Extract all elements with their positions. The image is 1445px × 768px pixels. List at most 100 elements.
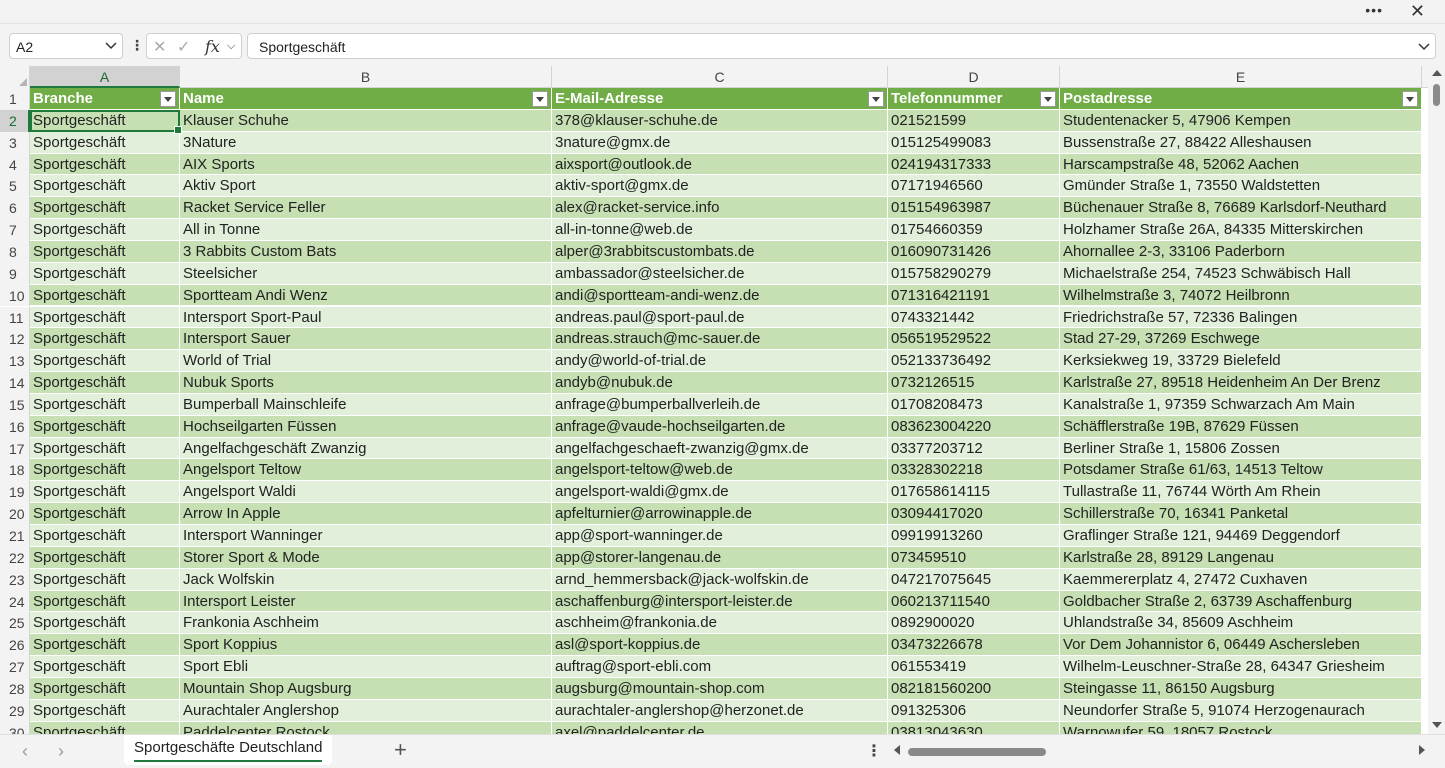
table-cell[interactable]: Steingasse 11, 86150 Augsburg: [1060, 677, 1422, 700]
table-cell[interactable]: 060213711540: [888, 590, 1060, 613]
previous-sheet-icon[interactable]: ‹: [22, 741, 28, 762]
table-cell[interactable]: Racket Service Feller: [180, 197, 552, 220]
table-cell[interactable]: Sportgeschäft: [30, 284, 180, 307]
table-cell[interactable]: alex@racket-service.info: [552, 197, 888, 220]
table-cell[interactable]: andy@world-of-trial.de: [552, 350, 888, 373]
row-header[interactable]: 6: [0, 197, 30, 220]
expand-formula-icon[interactable]: [1417, 38, 1431, 54]
table-cell[interactable]: Sportgeschäft: [30, 197, 180, 220]
table-cell[interactable]: Wilhelmstraße 3, 74072 Heilbronn: [1060, 284, 1422, 307]
filter-dropdown-icon[interactable]: [1402, 91, 1418, 107]
table-cell[interactable]: 03094417020: [888, 503, 1060, 525]
table-cell[interactable]: All in Tonne: [180, 219, 552, 241]
table-cell[interactable]: Harscampstraße 48, 52062 Aachen: [1060, 153, 1422, 176]
table-cell[interactable]: Friedrichstraße 57, 72336 Balingen: [1060, 306, 1422, 329]
column-header-e[interactable]: E: [1060, 66, 1422, 88]
name-box[interactable]: A2: [9, 33, 123, 59]
table-cell[interactable]: Sportgeschäft: [30, 590, 180, 613]
row-header[interactable]: 18: [0, 459, 30, 482]
table-cell[interactable]: Sportgeschäft: [30, 240, 180, 263]
table-cell[interactable]: 3Nature: [180, 131, 552, 154]
table-cell[interactable]: Intersport Sauer: [180, 328, 552, 351]
row-header[interactable]: 2: [0, 109, 30, 132]
table-cell[interactable]: Sportgeschäft: [30, 481, 180, 504]
filter-dropdown-icon[interactable]: [868, 91, 884, 107]
table-cell[interactable]: Potsdamer Straße 61/63, 14513 Teltow: [1060, 459, 1422, 482]
scroll-left-icon[interactable]: [894, 745, 900, 755]
table-cell[interactable]: andreas.paul@sport-paul.de: [552, 306, 888, 329]
table-cell[interactable]: Steelsicher: [180, 262, 552, 285]
table-cell[interactable]: aschaffenburg@intersport-leister.de: [552, 590, 888, 613]
table-cell[interactable]: 378@klauser-schuhe.de: [552, 109, 888, 132]
column-header-a[interactable]: A: [30, 66, 180, 88]
table-cell[interactable]: aschheim@frankonia.de: [552, 612, 888, 635]
table-cell[interactable]: Goldbacher Straße 2, 63739 Aschaffenburg: [1060, 590, 1422, 613]
table-cell[interactable]: Nubuk Sports: [180, 372, 552, 394]
table-cell[interactable]: auftrag@sport-ebli.com: [552, 656, 888, 678]
row-header[interactable]: 1: [0, 88, 30, 110]
table-cell[interactable]: 047217075645: [888, 568, 1060, 591]
row-header[interactable]: 30: [0, 721, 30, 734]
chevron-down-icon[interactable]: [104, 37, 118, 53]
insert-function-icon[interactable]: fx: [205, 37, 220, 56]
row-header[interactable]: 28: [0, 677, 30, 700]
table-cell[interactable]: Sportgeschäft: [30, 306, 180, 329]
table-cell[interactable]: Angelfachgeschäft Zwanzig: [180, 437, 552, 460]
table-cell[interactable]: Angelsport Waldi: [180, 481, 552, 504]
table-cell[interactable]: 015125499083: [888, 131, 1060, 154]
table-cell[interactable]: Mountain Shop Augsburg: [180, 677, 552, 700]
table-cell[interactable]: Graflinger Straße 121, 94469 Deggendorf: [1060, 525, 1422, 547]
table-cell[interactable]: 03328302218: [888, 459, 1060, 482]
table-cell[interactable]: Kerksiekweg 19, 33729 Bielefeld: [1060, 350, 1422, 373]
table-cell[interactable]: Sport Koppius: [180, 634, 552, 657]
table-cell[interactable]: 3nature@gmx.de: [552, 131, 888, 154]
table-cell[interactable]: Paddelcenter Rostock: [180, 721, 552, 734]
table-cell[interactable]: Büchenauer Straße 8, 76689 Karlsdorf-Neu…: [1060, 197, 1422, 220]
row-header[interactable]: 10: [0, 284, 30, 307]
filter-dropdown-icon[interactable]: [160, 91, 176, 107]
table-cell[interactable]: Karlstraße 28, 89129 Langenau: [1060, 546, 1422, 569]
row-header[interactable]: 7: [0, 219, 30, 241]
table-cell[interactable]: Sportgeschäft: [30, 699, 180, 722]
table-cell[interactable]: 021521599: [888, 109, 1060, 132]
row-header[interactable]: 26: [0, 634, 30, 657]
table-cell[interactable]: Storer Sport & Mode: [180, 546, 552, 569]
header-cell[interactable]: E-Mail-Adresse: [552, 88, 888, 110]
table-cell[interactable]: Aurachtaler Anglershop: [180, 699, 552, 722]
table-cell[interactable]: Angelsport Teltow: [180, 459, 552, 482]
row-header[interactable]: 29: [0, 699, 30, 722]
table-cell[interactable]: Sportgeschäft: [30, 612, 180, 635]
table-cell[interactable]: Berliner Straße 1, 15806 Zossen: [1060, 437, 1422, 460]
tabs-more-icon[interactable]: ⋮: [866, 741, 882, 761]
table-cell[interactable]: Sportgeschäft: [30, 525, 180, 547]
table-cell[interactable]: Kanalstraße 1, 97359 Schwarzach Am Main: [1060, 393, 1422, 416]
table-cell[interactable]: 083623004220: [888, 415, 1060, 438]
row-header[interactable]: 22: [0, 546, 30, 569]
table-cell[interactable]: 03813043630: [888, 721, 1060, 734]
header-cell[interactable]: Telefonnummer: [888, 88, 1060, 110]
table-cell[interactable]: apfelturnier@arrowinapple.de: [552, 503, 888, 525]
table-cell[interactable]: Aktiv Sport: [180, 175, 552, 198]
table-cell[interactable]: Intersport Sport-Paul: [180, 306, 552, 329]
table-cell[interactable]: 0743321442: [888, 306, 1060, 329]
row-header[interactable]: 25: [0, 612, 30, 635]
table-cell[interactable]: Sportgeschäft: [30, 677, 180, 700]
table-cell[interactable]: Holzhamer Straße 26A, 84335 Mitterskirch…: [1060, 219, 1422, 241]
column-header-b[interactable]: B: [180, 66, 552, 88]
horizontal-scrollbar[interactable]: [892, 741, 1427, 761]
table-cell[interactable]: AIX Sports: [180, 153, 552, 176]
row-header[interactable]: 4: [0, 153, 30, 176]
table-cell[interactable]: andi@sportteam-andi-wenz.de: [552, 284, 888, 307]
sheet-tab-active[interactable]: Sportgeschäfte Deutschland: [124, 735, 333, 765]
next-sheet-icon[interactable]: ›: [58, 741, 64, 762]
table-cell[interactable]: Sportgeschäft: [30, 372, 180, 394]
table-cell[interactable]: 052133736492: [888, 350, 1060, 373]
table-cell[interactable]: 061553419: [888, 656, 1060, 678]
table-cell[interactable]: Sportgeschäft: [30, 437, 180, 460]
table-cell[interactable]: 016090731426: [888, 240, 1060, 263]
table-cell[interactable]: Intersport Leister: [180, 590, 552, 613]
table-cell[interactable]: Sportgeschäft: [30, 219, 180, 241]
row-header[interactable]: 9: [0, 262, 30, 285]
table-cell[interactable]: angelsport-teltow@web.de: [552, 459, 888, 482]
header-cell[interactable]: Postadresse: [1060, 88, 1422, 110]
